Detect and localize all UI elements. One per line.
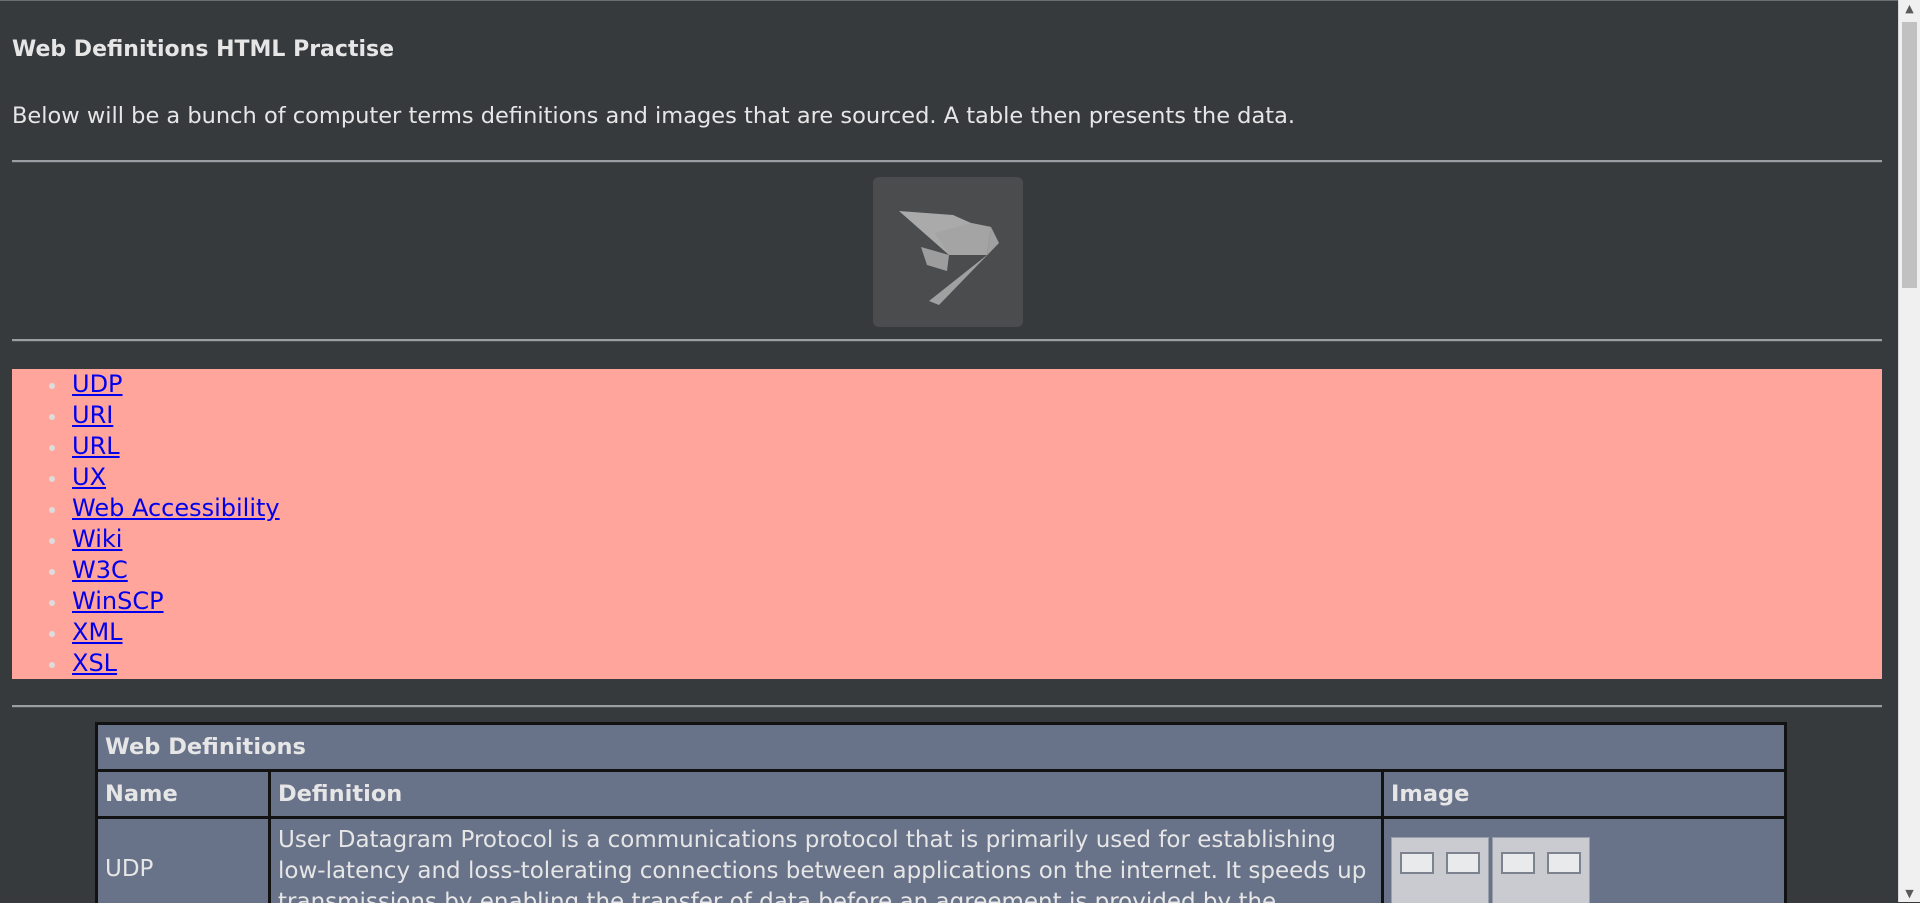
nav-link-ux[interactable]: UX: [72, 463, 106, 491]
term-image-cell: [1383, 818, 1786, 903]
nav-item: URI: [12, 400, 1882, 431]
nav-link-winscp[interactable]: WinSCP: [72, 587, 164, 615]
table-header-row: Name Definition Image: [97, 771, 1786, 818]
nav-item: UX: [12, 462, 1882, 493]
table-caption-row: Web Definitions: [97, 724, 1786, 771]
divider: [12, 705, 1882, 708]
nav-link-url[interactable]: URL: [72, 432, 120, 460]
nav-link-w3c[interactable]: W3C: [72, 556, 128, 584]
column-header-definition: Definition: [270, 771, 1383, 818]
logo-image: [873, 177, 1023, 327]
nav-item: W3C: [12, 555, 1882, 586]
nav-item: URL: [12, 431, 1882, 462]
nav-link-xml[interactable]: XML: [72, 618, 123, 646]
column-header-name: Name: [97, 771, 270, 818]
term-name: UDP: [97, 818, 270, 903]
m-logo-icon: [873, 177, 1023, 327]
nav-link-xsl[interactable]: XSL: [72, 649, 117, 677]
intro-text: Below will be a bunch of computer terms …: [12, 103, 1295, 129]
nav-item: WinSCP: [12, 586, 1882, 617]
table-row: UDP User Datagram Protocol is a communic…: [97, 818, 1786, 903]
nav-item: UDP: [12, 369, 1882, 400]
column-header-image: Image: [1383, 771, 1786, 818]
definitions-nav-list: UDP URI URL UX Web Accessibility Wiki W3…: [12, 369, 1882, 679]
nav-item: Wiki: [12, 524, 1882, 555]
page: Web Definitions HTML Practise Below will…: [0, 0, 1899, 903]
nav-link-uri[interactable]: URI: [72, 401, 113, 429]
table-caption: Web Definitions: [97, 724, 1786, 771]
divider: [12, 160, 1882, 163]
term-definition: User Datagram Protocol is a communicatio…: [270, 818, 1383, 903]
nav-link-web-accessibility[interactable]: Web Accessibility: [72, 494, 280, 522]
nav-item: Web Accessibility: [12, 493, 1882, 524]
nav-link-wiki[interactable]: Wiki: [72, 525, 122, 553]
scrollbar-thumb[interactable]: [1902, 22, 1917, 288]
vertical-scrollbar[interactable]: ▲ ▼: [1898, 0, 1920, 902]
page-title: Web Definitions HTML Practise: [12, 37, 394, 62]
nav-link-udp[interactable]: UDP: [72, 370, 123, 398]
definitions-table: Web Definitions Name Definition Image UD…: [95, 722, 1787, 903]
nav-item: XSL: [12, 648, 1882, 679]
nav-item: XML: [12, 617, 1882, 648]
diagram-panel: [1492, 837, 1590, 903]
scroll-down-icon[interactable]: ▼: [1899, 885, 1920, 902]
udp-diagram-image: [1391, 837, 1777, 903]
diagram-panel: [1391, 837, 1489, 903]
scroll-up-icon[interactable]: ▲: [1899, 0, 1920, 17]
divider: [12, 339, 1882, 342]
